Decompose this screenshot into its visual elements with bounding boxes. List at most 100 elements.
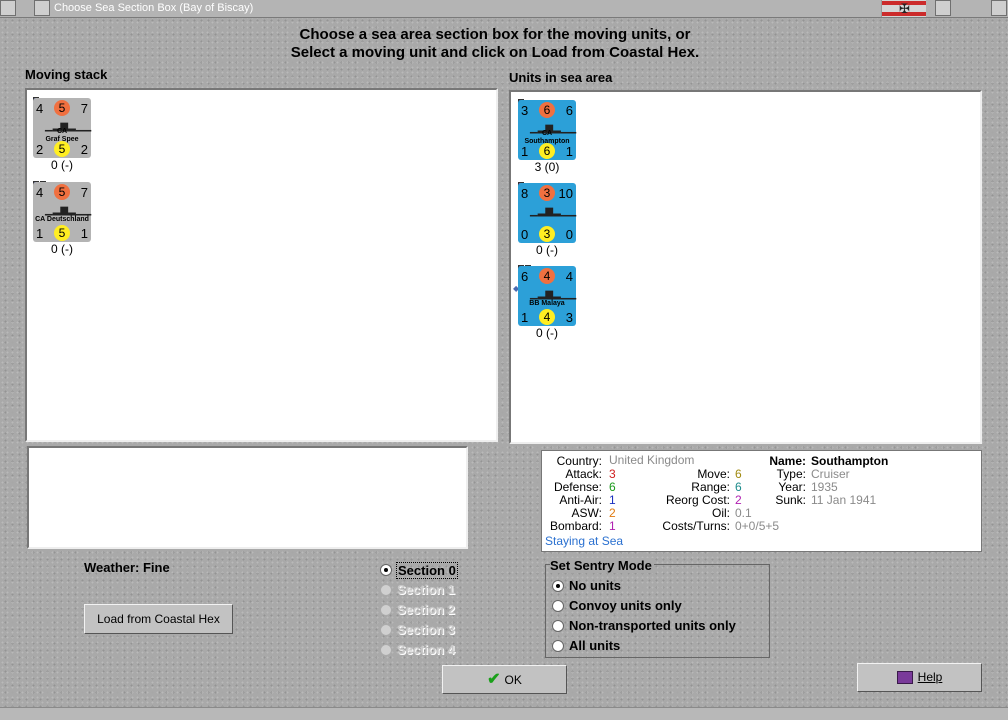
section-radio-2[interactable] (380, 604, 392, 616)
attack-circle: 5 (54, 100, 70, 116)
counter-value-br: 2 (80, 142, 88, 157)
attack-value: 3 (609, 467, 616, 481)
attack-circle: 6 (539, 102, 555, 118)
counter-value-tr: 4 (565, 269, 573, 284)
status-text: Staying at Sea (545, 534, 624, 548)
counter-face: 4 7 1 1 5 5 ▁▂▆▂▁▁ CA Deutschland (33, 182, 91, 242)
nation-flags (33, 90, 40, 103)
counter-face: 4 7 2 2 5 5 ▁▂▆▂▁▁ CA Graf Spee (33, 98, 91, 158)
nation-flags (518, 258, 532, 271)
name-value: Southampton (811, 454, 889, 468)
defense-label: Defense: (553, 480, 602, 494)
minimize-button[interactable] (935, 0, 951, 16)
costs-turns-value: 0+0/5+5 (735, 519, 780, 533)
counter-face: 6 4 1 3 4 4 ▁▂▆▂▁▁ BB Malaya (518, 266, 576, 326)
section-radio-4[interactable] (380, 644, 392, 656)
sentry-option-label-1[interactable]: Convoy units only (569, 598, 682, 613)
asw-label: ASW: (571, 506, 602, 520)
moving-stack-list[interactable]: 4 7 2 2 5 5 ▁▂▆▂▁▁ CA Graf Spee 0 (-) 4 7 1 1 5 5 ▁▂▆▂▁▁… (25, 88, 498, 442)
range-label: Range: (691, 480, 730, 494)
type-value: Cruiser (811, 467, 850, 481)
sunk-value: 11 Jan 1941 (811, 493, 877, 507)
unit-status-text: 0 (-) (536, 326, 558, 340)
unit-class-line1: CA (56, 128, 68, 135)
warship-icon: ▁▂▆▂▁▁ (45, 205, 92, 216)
weather-text: Weather: Fine (84, 560, 170, 575)
dialog-window: Choose Sea Section Box (Bay of Biscay) ✠… (0, 0, 1008, 720)
move-value: 6 (735, 467, 742, 481)
counter-value-tl: 4 (36, 101, 44, 116)
unit-status-text: 0 (-) (51, 242, 73, 256)
attack-circle: 4 (539, 268, 555, 284)
ok-button[interactable]: ✔ OK (442, 665, 567, 694)
section-radio-1[interactable] (380, 584, 392, 596)
counter-value-tl: 6 (521, 269, 529, 284)
unit-class-line1: CA (541, 130, 553, 137)
unit-class-line2: BB Malaya (529, 300, 565, 307)
attack-circle: 5 (54, 184, 70, 200)
name-label: Name: (769, 454, 806, 468)
oil-value: 0.1 (735, 506, 752, 520)
counter-face: 3 6 1 1 6 6 ▁▂▆▂▁▁ CA Southampton (518, 100, 576, 160)
attack-label: Attack: (565, 467, 602, 481)
book-icon (896, 671, 913, 685)
load-from-coastal-hex-button[interactable]: Load from Coastal Hex (84, 604, 233, 634)
section-label-1[interactable]: Section 1 (397, 582, 455, 597)
close-button[interactable] (991, 0, 1007, 16)
sentry-radio-0[interactable] (552, 580, 564, 592)
counter-value-tl: 8 (521, 186, 529, 201)
sentry-option-label-0[interactable]: No units (569, 578, 621, 593)
sentry-radio-1[interactable] (552, 600, 564, 612)
defense-value: 6 (609, 480, 616, 494)
counter-value-br: 3 (565, 310, 573, 325)
country-label: Country: (556, 454, 602, 468)
unit-info-panel: Country: United Kingdom Attack: 3 Defens… (541, 450, 982, 552)
counter-value-tl: 3 (521, 103, 529, 118)
counter-value-bl: 2 (36, 142, 44, 157)
defense-circle: 4 (539, 309, 555, 325)
unit-counter[interactable]: 8 10 0 0 3 3 ▁▂▆▂▁▁ 0 (-) (518, 182, 576, 257)
counter-value-tr: 6 (565, 103, 573, 118)
war-ensign-icon: ✠ (881, 0, 926, 17)
warship-icon: ▁▂▆▂▁▁ (530, 206, 577, 217)
counter-value-bl: 0 (521, 227, 529, 242)
moving-stack-label: Moving stack (25, 67, 108, 82)
unit-status-text: 3 (0) (534, 160, 560, 174)
help-button[interactable]: Help (857, 663, 982, 692)
sentry-radio-2[interactable] (552, 620, 564, 632)
unit-counter[interactable]: 4 7 1 1 5 5 ▁▂▆▂▁▁ CA Deutschland 0 (-) (33, 181, 91, 256)
sentry-mode-title: Set Sentry Mode (550, 558, 654, 573)
sentry-option-label-2[interactable]: Non-transported units only (569, 618, 736, 633)
section-label-0[interactable]: Section 0 (396, 562, 458, 579)
unit-counter[interactable]: 3 6 1 1 6 6 ▁▂▆▂▁▁ CA Southampton 3 (0) (518, 99, 576, 174)
counter-value-tr: 10 (558, 186, 573, 201)
reorg-cost-value: 2 (735, 493, 742, 507)
section-radio-0[interactable] (380, 564, 392, 576)
section-label-3[interactable]: Section 3 (397, 622, 455, 637)
counter-value-br: 1 (565, 144, 573, 159)
sea-area-list[interactable]: ◆ 3 6 1 1 6 6 ▁▂▆▂▁▁ CA Southampton 3 (0) 8 10 0 0 3 3 ▁… (509, 90, 982, 444)
oil-label: Oil: (712, 506, 730, 520)
section-label-4[interactable]: Section 4 (397, 642, 455, 657)
system-menu-button[interactable] (0, 0, 16, 16)
section-label-2[interactable]: Section 2 (397, 602, 455, 617)
unit-status-text: 0 (-) (51, 158, 73, 172)
sentry-radio-3[interactable] (552, 640, 564, 652)
attack-circle: 3 (539, 185, 555, 201)
counter-value-tl: 4 (36, 185, 44, 200)
counter-face: 8 10 0 0 3 3 ▁▂▆▂▁▁ (518, 183, 576, 243)
title-bar[interactable]: Choose Sea Section Box (Bay of Biscay) ✠ (0, 0, 1008, 18)
window-title: Choose Sea Section Box (Bay of Biscay) (54, 2, 254, 14)
year-value: 1935 (811, 480, 838, 494)
sentry-option-label-3[interactable]: All units (569, 638, 620, 653)
counter-value-bl: 1 (521, 310, 529, 325)
unit-counter[interactable]: 4 7 2 2 5 5 ▁▂▆▂▁▁ CA Graf Spee 0 (-) (33, 97, 91, 172)
restore-button[interactable] (34, 0, 50, 16)
sea-area-label: Units in sea area (509, 70, 613, 85)
year-label: Year: (778, 480, 806, 494)
unit-status-text: 0 (-) (536, 243, 558, 257)
antiair-value: 1 (609, 493, 616, 507)
antiair-label: Anti-Air: (559, 493, 602, 507)
section-radio-3[interactable] (380, 624, 392, 636)
unit-counter[interactable]: 6 4 1 3 4 4 ▁▂▆▂▁▁ BB Malaya 0 (-) (518, 265, 576, 340)
